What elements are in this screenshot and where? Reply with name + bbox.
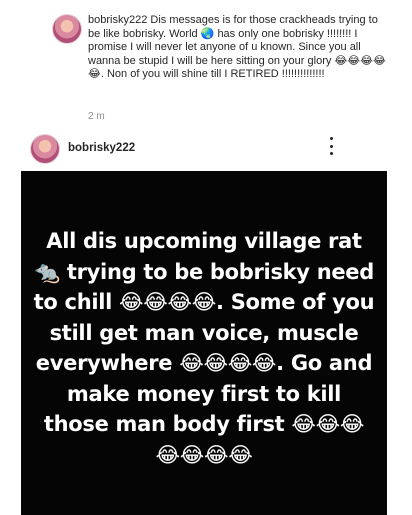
post-avatar[interactable] <box>30 134 60 164</box>
comment-avatar[interactable] <box>52 14 82 44</box>
comment-timestamp: 2 m <box>88 111 105 122</box>
post-username[interactable]: bobrisky222 <box>68 142 135 154</box>
story-image: All dis upcoming village rat 🐀 trying to… <box>21 171 387 515</box>
more-options-icon[interactable] <box>326 137 336 155</box>
story-text: All dis upcoming village rat 🐀 trying to… <box>33 229 375 467</box>
post-header: bobrisky222 <box>30 134 350 166</box>
comment-username[interactable]: bobrisky222 <box>88 14 147 26</box>
comment-text-block: bobrisky222 Dis messages is for those cr… <box>88 14 388 82</box>
